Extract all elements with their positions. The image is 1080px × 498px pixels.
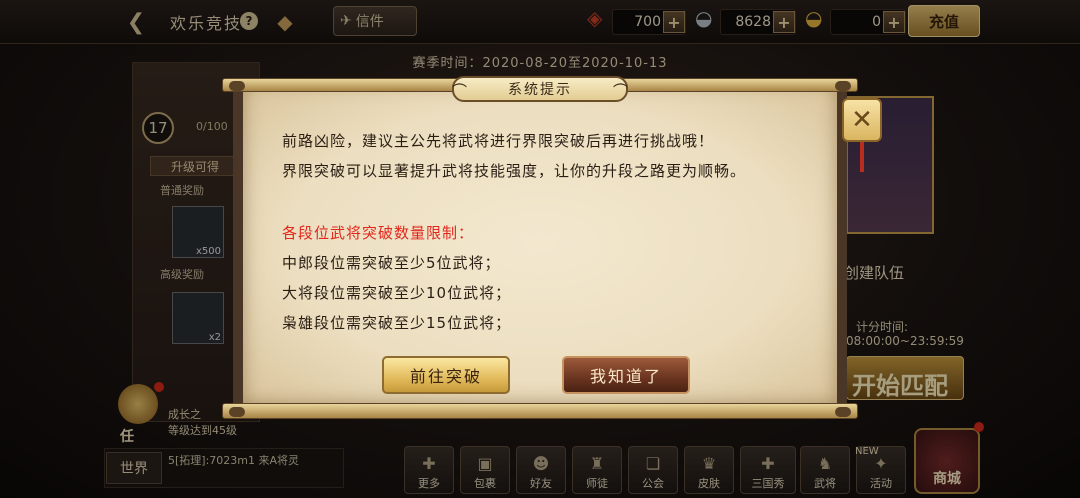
- rod-end-icon: [835, 407, 851, 417]
- rod-end-icon: [229, 81, 245, 91]
- limit-item: 大将段位需突破至少10位武将；: [282, 284, 512, 302]
- close-icon: ✕: [851, 105, 873, 135]
- limit-item: 中郎段位需突破至少5位武将；: [282, 254, 501, 272]
- rod-end-icon: [835, 81, 851, 91]
- dialog-title: 系统提示: [508, 82, 572, 98]
- tassel-decoration: [860, 142, 864, 172]
- dialog-bottom-rod: [222, 403, 858, 419]
- swirl-left-icon: ⌒: [452, 82, 468, 100]
- go-breakthrough-button[interactable]: 前往突破: [382, 356, 510, 394]
- close-button[interactable]: ✕: [842, 98, 882, 142]
- dialog-title-plate: ⌒ 系统提示 ⌒: [452, 76, 628, 102]
- rod-end-icon: [229, 407, 245, 417]
- swirl-right-icon: ⌒: [612, 82, 628, 100]
- limit-item: 枭雄段位需突破至少15位武将；: [282, 314, 512, 332]
- dialog-line-2: 界限突破可以显著提升武将技能强度，让你的升段之路更为顺畅。: [282, 162, 747, 180]
- dialog-line-1: 前路凶险，建议主公先将武将进行界限突破后再进行挑战哦！: [282, 132, 715, 150]
- limit-heading: 各段位武将突破数量限制：: [282, 224, 475, 242]
- acknowledge-button[interactable]: 我知道了: [562, 356, 690, 394]
